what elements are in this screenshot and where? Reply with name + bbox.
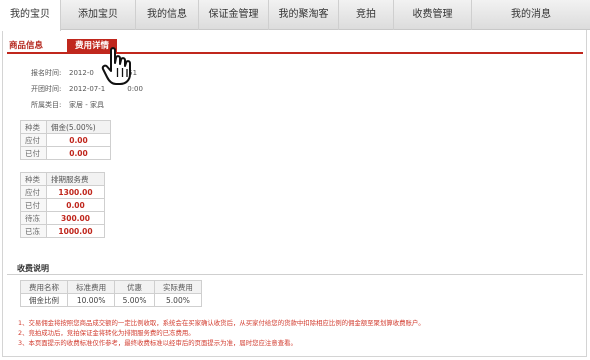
signup-time-value: 2012-0: [69, 69, 94, 77]
service-fee-table: 种类 排期服务费 应付 1300.00 已付 0.00 待冻 300.00 已冻…: [20, 172, 105, 238]
commission-table: 种类 佣金(5.00%) 应付 0.00 已付 0.00: [20, 120, 111, 160]
table-cell: 5.00%: [153, 293, 203, 307]
table-row: 已冻 1000.00: [20, 224, 105, 238]
sub-tabs: 商品信息 费用详情: [7, 39, 583, 54]
table-header-cell: 种类: [20, 120, 47, 134]
top-nav: 我的宝贝 添加宝贝 我的信息 保证金管理 我的聚淘客 竞拍 收费管理 我的消息: [0, 0, 590, 31]
table-header-cell: 优惠: [114, 280, 155, 294]
table-header-cell: 排期服务费: [46, 172, 105, 186]
table-header-cell: 标准费用: [67, 280, 116, 294]
row-label: 应付: [20, 133, 47, 147]
row-label: 已付: [20, 146, 47, 160]
row-value: 300.00: [46, 211, 105, 225]
table-header-row: 种类 排期服务费: [20, 172, 105, 186]
note-line: 2、竞拍成功后，竞拍保证金将转化为排期服务费的已冻费用。: [18, 329, 195, 337]
open-time-value: 2012-07-1: [69, 85, 106, 93]
row-label: 已付: [20, 198, 47, 212]
nav-fee-management[interactable]: 收费管理: [394, 0, 472, 30]
table-cell: 5.00%: [114, 293, 155, 307]
nav-my-info[interactable]: 我的信息: [136, 0, 199, 30]
table-row: 佣金比例 10.00% 5.00% 5.00%: [19, 293, 203, 307]
open-time-label: 开团时间:: [31, 85, 62, 93]
row-label: 应付: [20, 185, 47, 199]
table-header-row: 种类 佣金(5.00%): [20, 120, 111, 134]
table-header-cell: 佣金(5.00%): [46, 120, 111, 134]
signup-time-label: 报名时间:: [31, 69, 62, 77]
nav-messages[interactable]: 我的消息: [472, 0, 590, 30]
nav-deposit[interactable]: 保证金管理: [199, 0, 269, 30]
note-line: 3、本页面提示的收费标准仅作参考，最终收费标准以经审后的页面提示为准，届时您应注…: [18, 339, 297, 347]
section-divider: [7, 274, 583, 275]
nav-add-item[interactable]: 添加宝贝: [61, 0, 136, 30]
hand-pointer-icon: [101, 47, 131, 85]
note-line: 1、交易佣金将按照您商品成交额的一定比例收取，系统会在买家确认收货后，从买家付给…: [18, 319, 425, 327]
row-label: 已冻: [20, 224, 47, 238]
category-value: 家居 - 家具: [69, 101, 104, 109]
table-header-cell: 实际费用: [153, 280, 203, 294]
table-row: 应付 0.00: [20, 133, 111, 147]
table-header-row: 费用名称 标准费用 优惠 实际费用: [19, 280, 203, 294]
table-row: 待冻 300.00: [20, 211, 105, 225]
row-value: 0.00: [46, 133, 111, 147]
row-value: 0.00: [46, 146, 111, 160]
fee-section-title: 收费说明: [17, 264, 49, 273]
row-value: 0.00: [46, 198, 105, 212]
table-row: 应付 1300.00: [20, 185, 105, 199]
row-value: 1000.00: [46, 224, 105, 238]
open-time-tail: 0:00: [127, 85, 143, 93]
fee-notes: 1、交易佣金将按照您商品成交额的一定比例收取，系统会在买家确认收货后，从买家付给…: [18, 318, 425, 348]
table-row: 已付 0.00: [20, 198, 105, 212]
category-row: 所属类目: 家居 - 家具: [31, 100, 104, 110]
row-value: 1300.00: [46, 185, 105, 199]
nav-jutaoke[interactable]: 我的聚淘客: [269, 0, 339, 30]
table-cell: 佣金比例: [19, 293, 69, 307]
row-label: 待冻: [20, 211, 47, 225]
table-header-cell: 种类: [20, 172, 47, 186]
table-row: 已付 0.00: [20, 146, 111, 160]
category-label: 所属类目:: [31, 101, 62, 109]
nav-auction[interactable]: 竞拍: [339, 0, 394, 30]
nav-my-items[interactable]: 我的宝贝: [0, 0, 61, 31]
fee-rate-table: 费用名称 标准费用 优惠 实际费用 佣金比例 10.00% 5.00% 5.00…: [19, 280, 203, 307]
table-header-cell: 费用名称: [19, 280, 69, 294]
tab-goods-info[interactable]: 商品信息: [9, 39, 63, 54]
table-cell: 10.00%: [67, 293, 116, 307]
